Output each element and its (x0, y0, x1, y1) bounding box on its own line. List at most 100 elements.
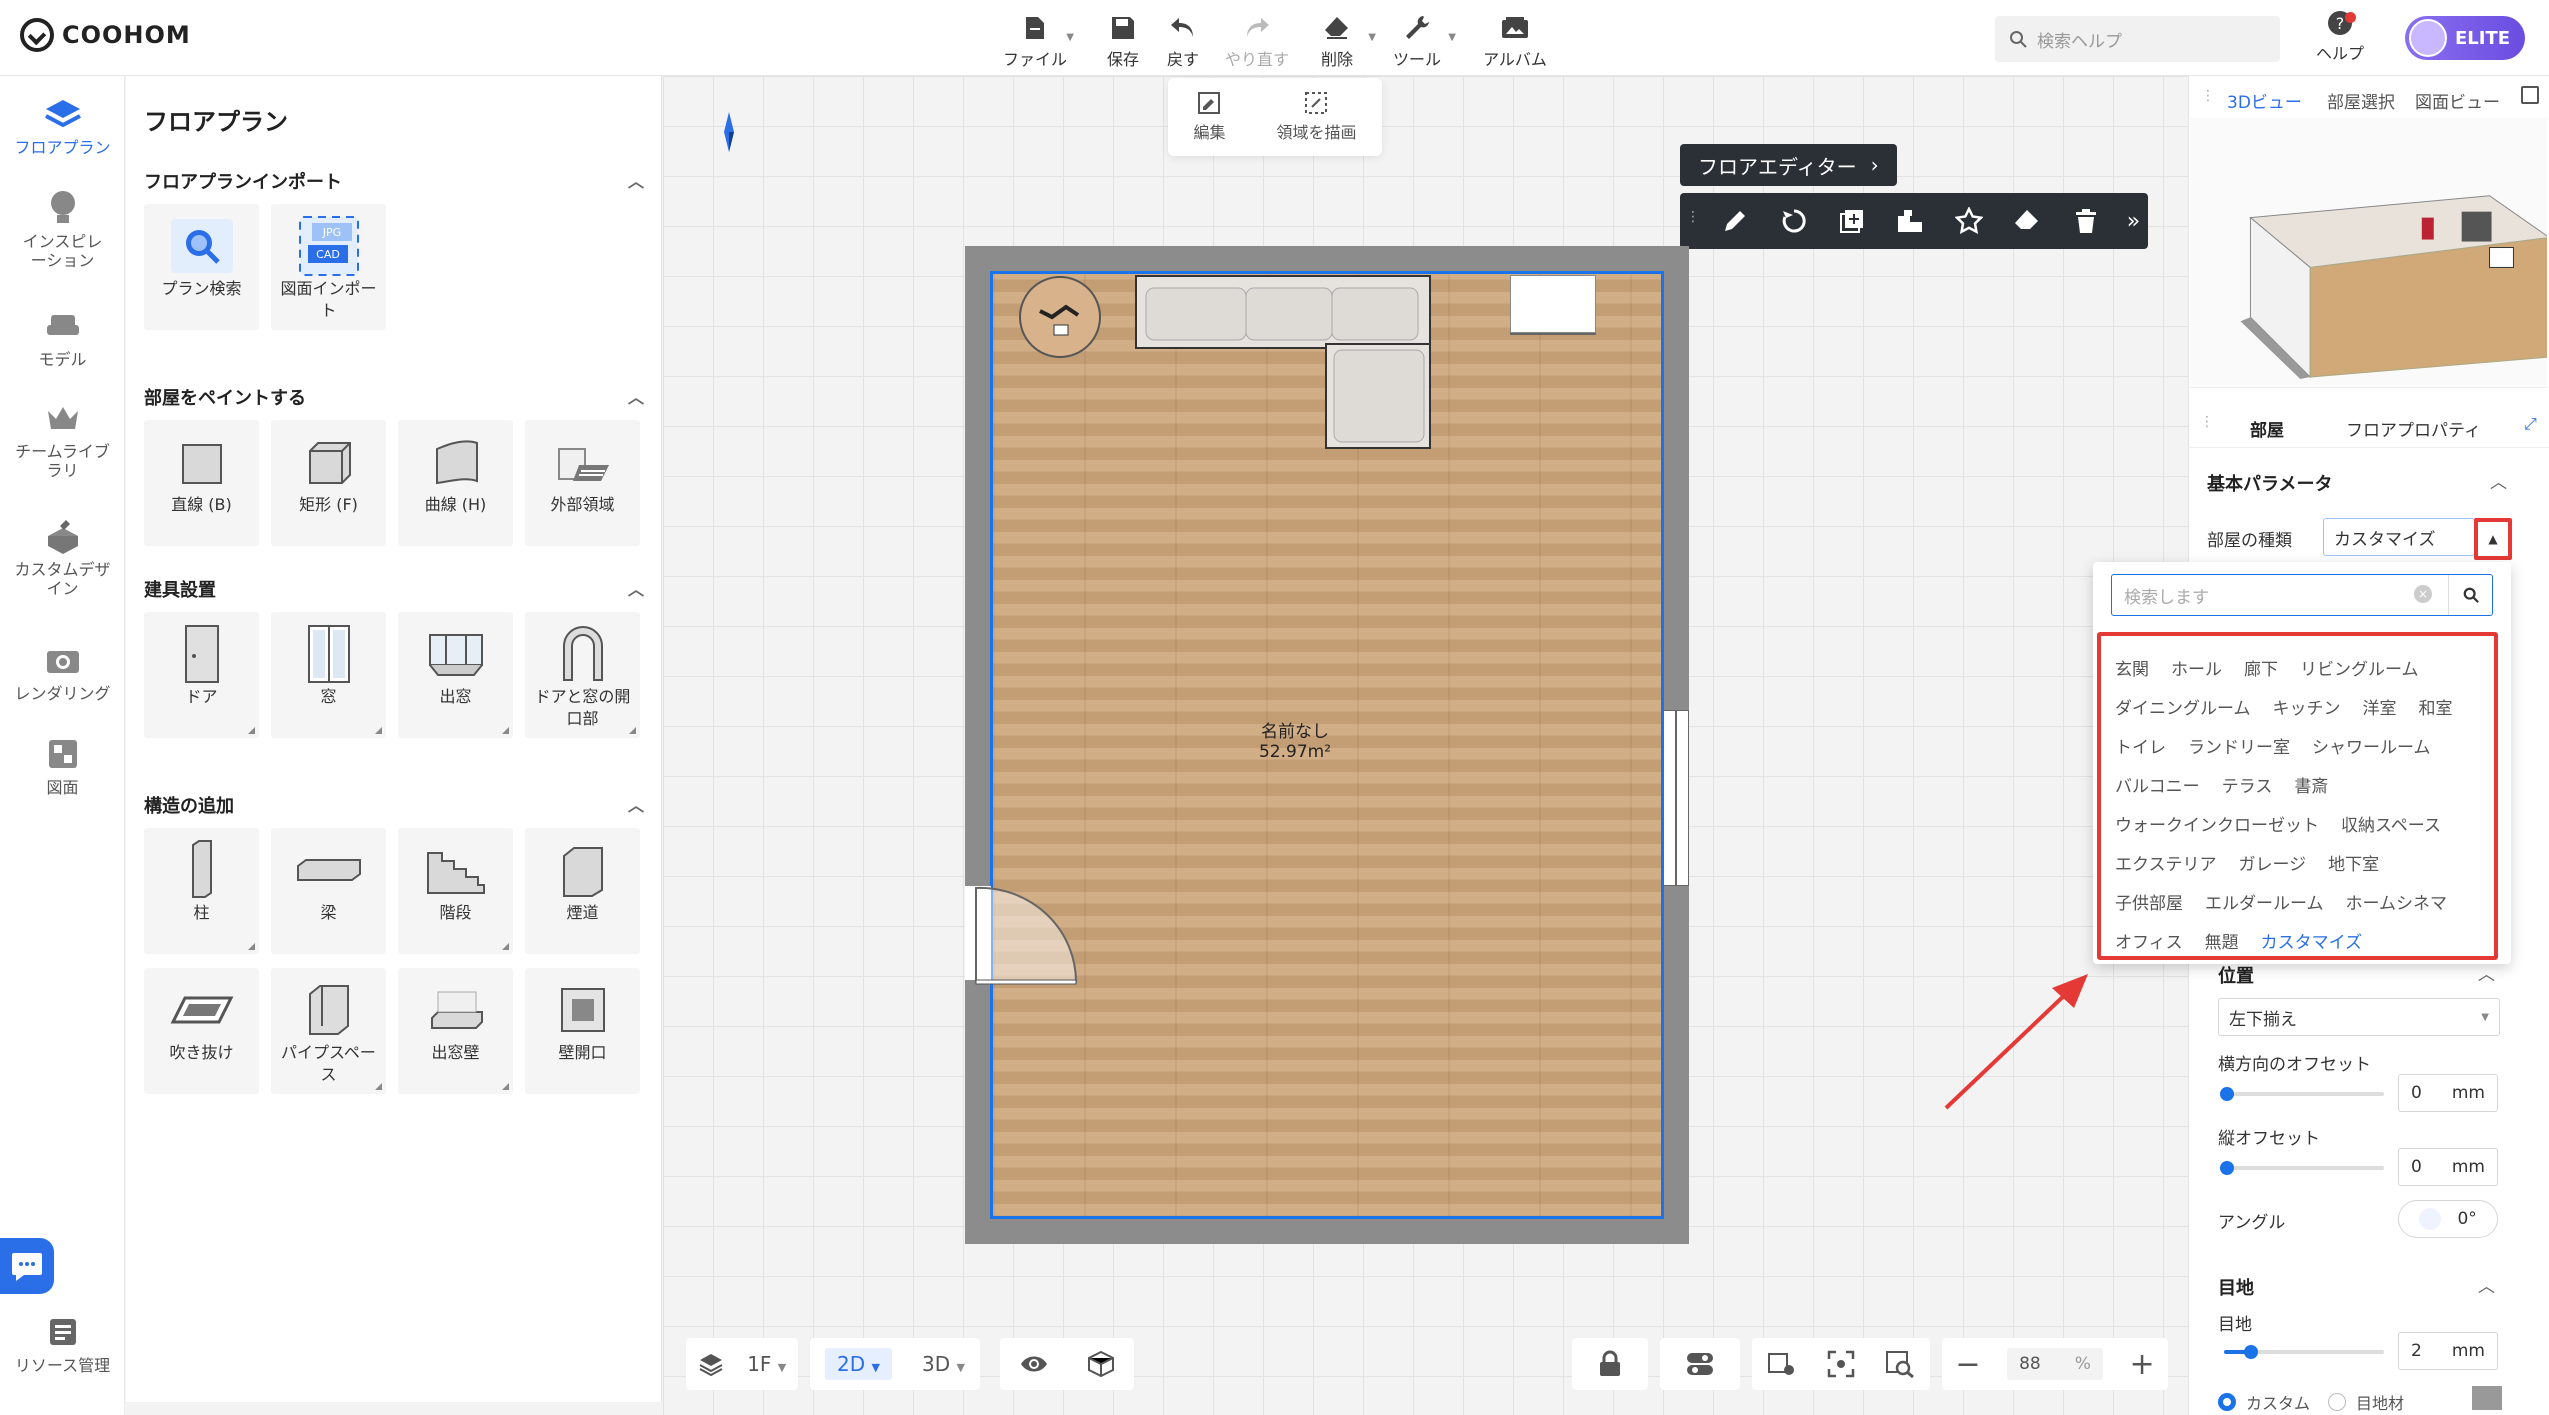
joint-slider[interactable] (2224, 1345, 2384, 1359)
favorite-button[interactable] (1944, 195, 1994, 247)
basic-params-heading[interactable]: 基本パラメータ (2207, 470, 2332, 496)
3d-preview[interactable] (2190, 118, 2547, 388)
room-type-option[interactable]: 玄関 (2115, 655, 2149, 680)
angle-dial-icon[interactable] (2419, 1208, 2442, 1230)
room-type-option[interactable]: 和室 (2419, 694, 2453, 719)
bay-wall-tile[interactable]: 出窓壁 (398, 968, 513, 1094)
room-type-option[interactable]: エルダールーム (2205, 889, 2324, 914)
room-type-option[interactable]: 子供部屋 (2115, 889, 2183, 914)
brand-logo[interactable]: COOHOM (20, 18, 191, 52)
rail-floorplan[interactable]: フロアプラン (0, 94, 125, 157)
help-button[interactable]: ? ヘルプ (2310, 10, 2370, 64)
rotate-button[interactable] (1768, 195, 1818, 247)
room-type-select[interactable]: カスタマイズ (2323, 518, 2475, 556)
rail-model[interactable]: モデル (0, 306, 125, 369)
import-drawing-tile[interactable]: JPG CAD 図面インポート (271, 204, 386, 330)
room-type-search-input[interactable]: 検索します × (2111, 574, 2493, 616)
window-tile[interactable]: 窓 (271, 612, 386, 738)
tab-plan-view[interactable]: 図面ビュー (2415, 88, 2500, 113)
straight-line-tile[interactable]: 直線 (B) (144, 420, 259, 546)
room-type-option[interactable]: リビングルーム (2300, 655, 2419, 680)
room-type-option[interactable]: ホール (2171, 655, 2222, 680)
room-type-option[interactable]: シャワールーム (2312, 733, 2431, 758)
joint-color-swatch[interactable] (2472, 1386, 2502, 1410)
section-structures[interactable]: 構造の追加 ︿ (144, 792, 644, 818)
room-type-option[interactable]: 収納スペース (2341, 811, 2441, 836)
zoom-input[interactable]: 88% (2007, 1348, 2103, 1380)
account-badge[interactable]: ELITE (2405, 16, 2525, 60)
flue-tile[interactable]: 煙道 (525, 828, 640, 954)
tab-3d-view[interactable]: 3Dビュー (2227, 88, 2302, 113)
chevron-up-icon[interactable]: ︿ (2490, 468, 2507, 493)
section-paint-room[interactable]: 部屋をペイントする ︿ (144, 384, 644, 410)
rail-inspiration[interactable]: インスピレーション (0, 188, 125, 270)
room-type-option[interactable]: 書斎 (2294, 772, 2328, 797)
slider-knob[interactable] (2244, 1345, 2258, 1359)
lock-button[interactable] (1572, 1338, 1648, 1390)
trash-button[interactable] (2061, 195, 2111, 247)
undo-button[interactable]: 戻す (1148, 10, 1218, 70)
angle-input[interactable]: 0° (2398, 1200, 2498, 1238)
file-menu[interactable]: ファイル ▼ (1000, 10, 1074, 70)
wall-opening-tile[interactable]: 壁開口 (525, 968, 640, 1094)
drag-handle-icon[interactable]: ⋮ (2201, 88, 2215, 104)
delete-menu[interactable]: 削除 ▼ (1302, 10, 1376, 70)
room-type-option[interactable]: ホームシネマ (2346, 889, 2448, 914)
room-type-option[interactable]: ウォークインクローゼット (2115, 811, 2319, 836)
floor-editor-button[interactable]: フロアエディター › (1680, 144, 1897, 186)
cube-view-icon[interactable] (1087, 1350, 1115, 1378)
redo-button[interactable]: やり直す (1222, 10, 1292, 70)
v-offset-input[interactable]: 0 mm (2398, 1148, 2498, 1186)
exterior-area-tile[interactable]: 外部領域 (525, 420, 640, 546)
column-tile[interactable]: 柱 (144, 828, 259, 954)
room-type-dropdown-toggle[interactable]: ▲ (2474, 518, 2512, 560)
view-2d-button[interactable]: 2D ▼ (825, 1348, 892, 1380)
help-search-input[interactable]: 検索ヘルプ (1995, 16, 2280, 62)
draw-area-button[interactable]: 領域を描画 (1276, 91, 1357, 143)
room-type-option[interactable]: テラス (2222, 772, 2273, 797)
more-button[interactable]: » (2119, 195, 2148, 247)
pipe-space-tile[interactable]: パイプスペース (271, 968, 386, 1094)
zoom-out-button[interactable]: − (1955, 1347, 1980, 1382)
slider-knob[interactable] (2220, 1161, 2234, 1175)
room-type-option[interactable]: エクステリア (2115, 850, 2217, 875)
expand-icon[interactable]: ⤢ (2524, 414, 2537, 434)
edit-button[interactable]: 編集 (1193, 91, 1226, 143)
chat-button[interactable] (0, 1238, 54, 1294)
rectangle-tile[interactable]: 矩形 (F) (271, 420, 386, 546)
room-type-option[interactable]: 廊下 (2244, 655, 2278, 680)
slider-knob[interactable] (2220, 1087, 2234, 1101)
plan-search-tile[interactable]: プラン検索 (144, 204, 259, 330)
search-button[interactable] (2448, 575, 2492, 615)
section-import[interactable]: フロアプランインポート ︿ (144, 168, 644, 194)
room-type-option[interactable]: 地下室 (2328, 850, 2379, 875)
room-type-option[interactable]: バルコニー (2115, 772, 2200, 797)
section-fixtures[interactable]: 建具設置 ︿ (144, 576, 644, 602)
zoom-area-icon[interactable] (1885, 1350, 1915, 1378)
rail-resource-management[interactable]: リソース管理 (0, 1312, 125, 1375)
room-type-option[interactable]: オフィス (2115, 928, 2183, 953)
rail-rendering[interactable]: レンダリング (0, 640, 125, 703)
room-type-option[interactable]: 洋室 (2363, 694, 2397, 719)
room-type-option[interactable]: ランドリー室 (2188, 733, 2290, 758)
rail-drawing[interactable]: 図面 (0, 734, 125, 797)
stairs-tile[interactable]: 階段 (398, 828, 513, 954)
position-heading[interactable]: 位置 (2218, 962, 2254, 988)
tab-room[interactable]: 部屋 (2250, 416, 2284, 441)
room-type-option[interactable]: 無題 (2205, 928, 2239, 953)
view-3d-button[interactable]: 3D ▼ (922, 1352, 965, 1376)
room-type-option[interactable]: ダイニングルーム (2115, 694, 2251, 719)
room-type-option[interactable]: ガレージ (2239, 850, 2307, 875)
h-offset-input[interactable]: 0 mm (2398, 1074, 2498, 1112)
bay-window-tile[interactable]: 出窓 (398, 612, 513, 738)
h-offset-slider[interactable] (2220, 1087, 2384, 1101)
camera-settings-icon[interactable] (1767, 1350, 1797, 1378)
joint-heading[interactable]: 目地 (2218, 1274, 2254, 1300)
clear-icon[interactable]: × (2414, 585, 2432, 603)
room-label[interactable]: 名前なし 52.97m² (1240, 722, 1350, 762)
settings-toggle-button[interactable] (1660, 1338, 1740, 1390)
room-type-option[interactable]: トイレ (2115, 733, 2166, 758)
duplicate-button[interactable] (1827, 195, 1877, 247)
rail-team-library[interactable]: チームライブラリ (0, 398, 125, 480)
round-table[interactable] (1018, 275, 1102, 359)
